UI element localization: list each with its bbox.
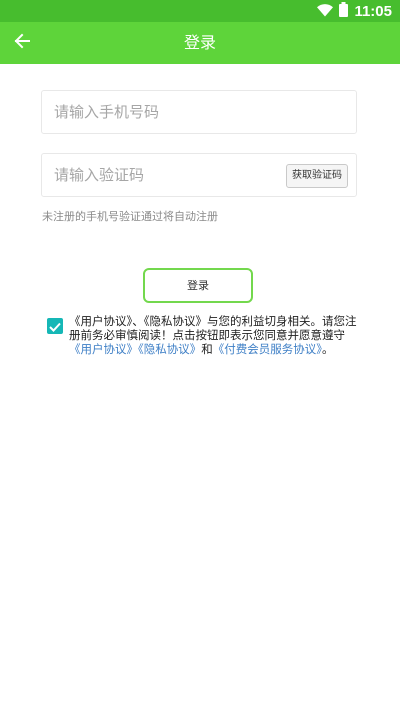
agreement-statement: 《用户协议》、《隐私协议》与您的利益切身相关。请您注册前务必审慎阅读！点击按钮即… <box>69 314 357 342</box>
verification-code-field: 获取验证码 <box>41 153 357 197</box>
login-button[interactable]: 登录 <box>143 268 253 303</box>
verification-code-input[interactable] <box>54 154 274 196</box>
phone-input[interactable] <box>54 91 274 133</box>
auto-register-hint: 未注册的手机号验证通过将自动注册 <box>42 210 218 223</box>
app-bar: 登录 <box>0 22 400 64</box>
agreement-end: 。 <box>322 342 334 356</box>
agreement-checkbox-wrap <box>47 317 71 337</box>
agreement-text: 《用户协议》、《隐私协议》与您的利益切身相关。请您注册前务必审慎阅读！点击按钮即… <box>69 314 359 356</box>
page-title: 登录 <box>183 33 216 52</box>
vip-service-agreement-link[interactable]: 《付费会员服务协议》 <box>213 342 322 356</box>
status-time: 11:05 <box>354 2 392 20</box>
agreement-and: 和 <box>201 342 213 356</box>
user-agreement-link[interactable]: 《用户协议》 <box>69 342 138 356</box>
privacy-agreement-link[interactable]: 《隐私协议》 <box>138 342 201 356</box>
agreement-checkbox[interactable] <box>47 318 63 334</box>
phone-field <box>41 90 357 134</box>
get-code-button[interactable]: 获取验证码 <box>286 164 348 188</box>
status-bar: 11:05 <box>0 0 400 22</box>
wifi-icon <box>317 2 334 21</box>
checkmark-icon <box>49 317 61 336</box>
battery-icon <box>339 2 349 21</box>
